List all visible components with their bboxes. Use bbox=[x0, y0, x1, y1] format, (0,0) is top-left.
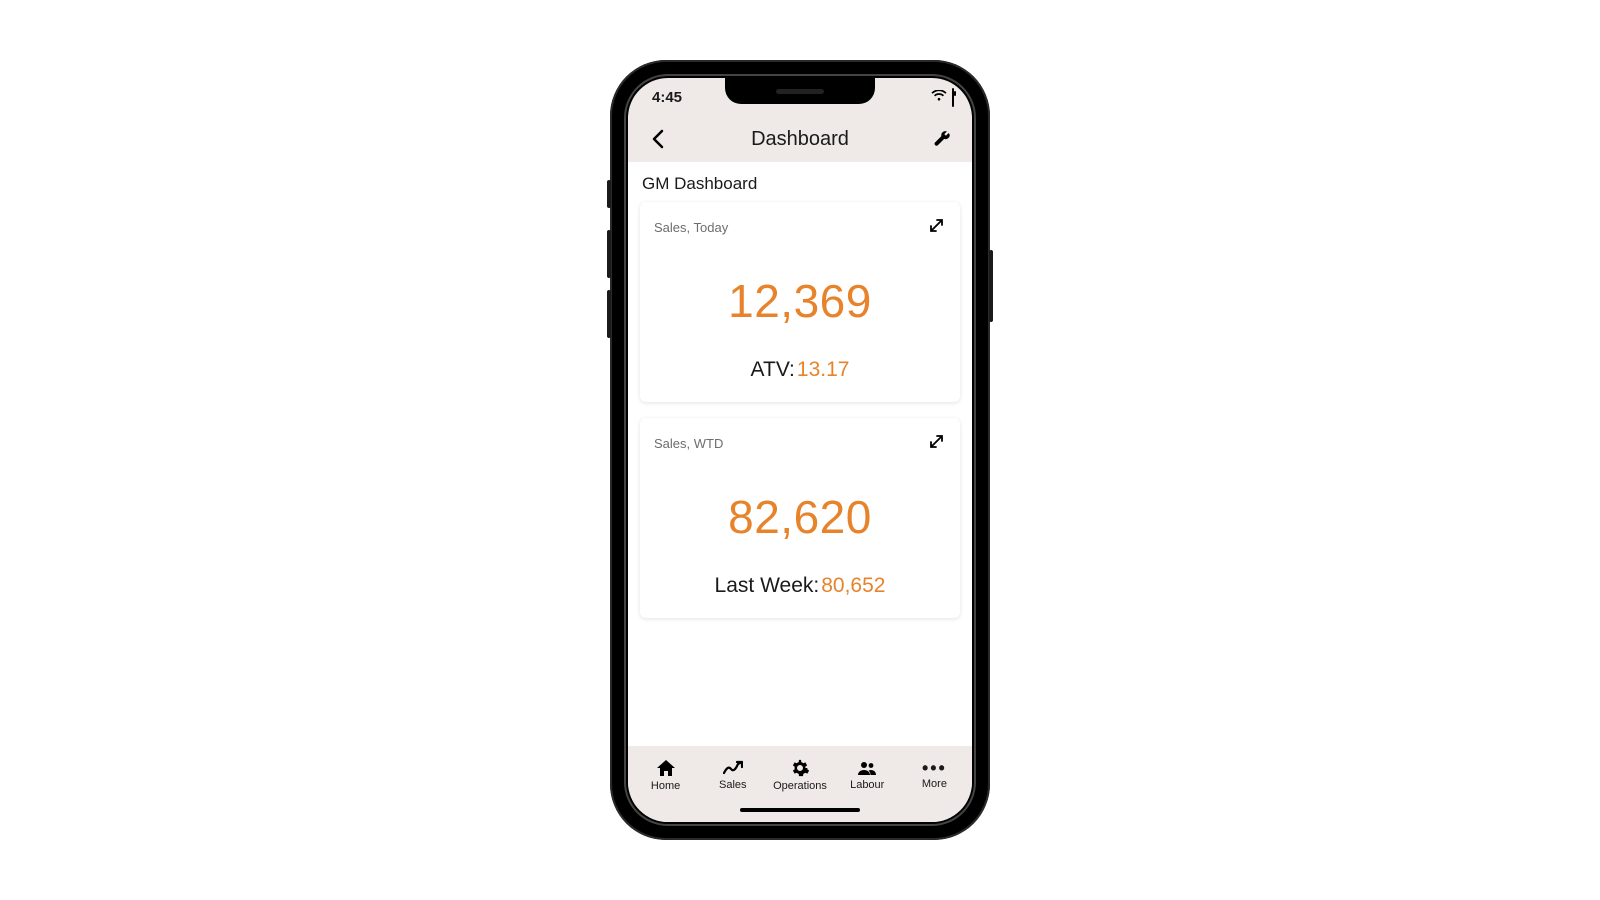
tab-operations[interactable]: Operations bbox=[766, 759, 833, 792]
tab-label: More bbox=[922, 778, 947, 790]
phone-frame: 4:45 bbox=[610, 60, 990, 840]
tab-home[interactable]: Home bbox=[632, 759, 699, 792]
power-button bbox=[989, 250, 993, 322]
tab-sales[interactable]: Sales bbox=[699, 760, 766, 791]
card-sub-line: Last Week: 80,652 bbox=[654, 574, 946, 598]
card-main-value: 12,369 bbox=[654, 274, 946, 328]
card-sales-today: Sales, Today 12,369 ATV: 13.17 bbox=[640, 202, 960, 402]
wrench-icon bbox=[933, 130, 951, 148]
chevron-left-icon bbox=[651, 129, 665, 149]
wifi-icon bbox=[931, 89, 947, 106]
expand-icon bbox=[929, 434, 944, 449]
gear-icon bbox=[791, 759, 809, 777]
volume-down-button bbox=[607, 290, 611, 338]
battery-icon bbox=[952, 89, 954, 106]
card-main-value: 82,620 bbox=[654, 490, 946, 544]
card-sub-line: ATV: 13.17 bbox=[654, 358, 946, 382]
tab-bar: Home Sales Operations bbox=[628, 746, 972, 804]
back-button[interactable] bbox=[638, 116, 678, 162]
home-icon bbox=[656, 759, 676, 777]
settings-button[interactable] bbox=[922, 116, 962, 162]
tab-labour[interactable]: Labour bbox=[834, 760, 901, 791]
notch bbox=[725, 78, 875, 104]
nav-bar: Dashboard bbox=[628, 116, 972, 162]
status-time: 4:45 bbox=[652, 89, 682, 106]
trending-up-icon bbox=[723, 760, 743, 776]
people-icon bbox=[857, 760, 877, 776]
tab-label: Sales bbox=[719, 779, 747, 791]
card-sub-label: ATV: bbox=[751, 358, 795, 382]
expand-icon bbox=[929, 218, 944, 233]
more-icon: ••• bbox=[922, 761, 947, 775]
mute-switch bbox=[607, 180, 611, 208]
content-area: GM Dashboard Sales, Today 12,369 bbox=[628, 162, 972, 746]
card-sub-label: Last Week: bbox=[715, 574, 820, 598]
card-sales-wtd: Sales, WTD 82,620 Last Week: 80,652 bbox=[640, 418, 960, 618]
section-title: GM Dashboard bbox=[628, 162, 972, 202]
card-label: Sales, WTD bbox=[654, 436, 723, 451]
card-sub-value: 13.17 bbox=[797, 358, 850, 382]
card-sub-value: 80,652 bbox=[821, 574, 885, 598]
home-indicator bbox=[628, 804, 972, 822]
tab-label: Operations bbox=[773, 780, 827, 792]
card-label: Sales, Today bbox=[654, 220, 728, 235]
page-title: Dashboard bbox=[751, 128, 849, 151]
expand-button[interactable] bbox=[927, 216, 946, 238]
tab-label: Labour bbox=[850, 779, 884, 791]
expand-button[interactable] bbox=[927, 432, 946, 454]
tab-more[interactable]: ••• More bbox=[901, 761, 968, 790]
tab-label: Home bbox=[651, 780, 680, 792]
volume-up-button bbox=[607, 230, 611, 278]
